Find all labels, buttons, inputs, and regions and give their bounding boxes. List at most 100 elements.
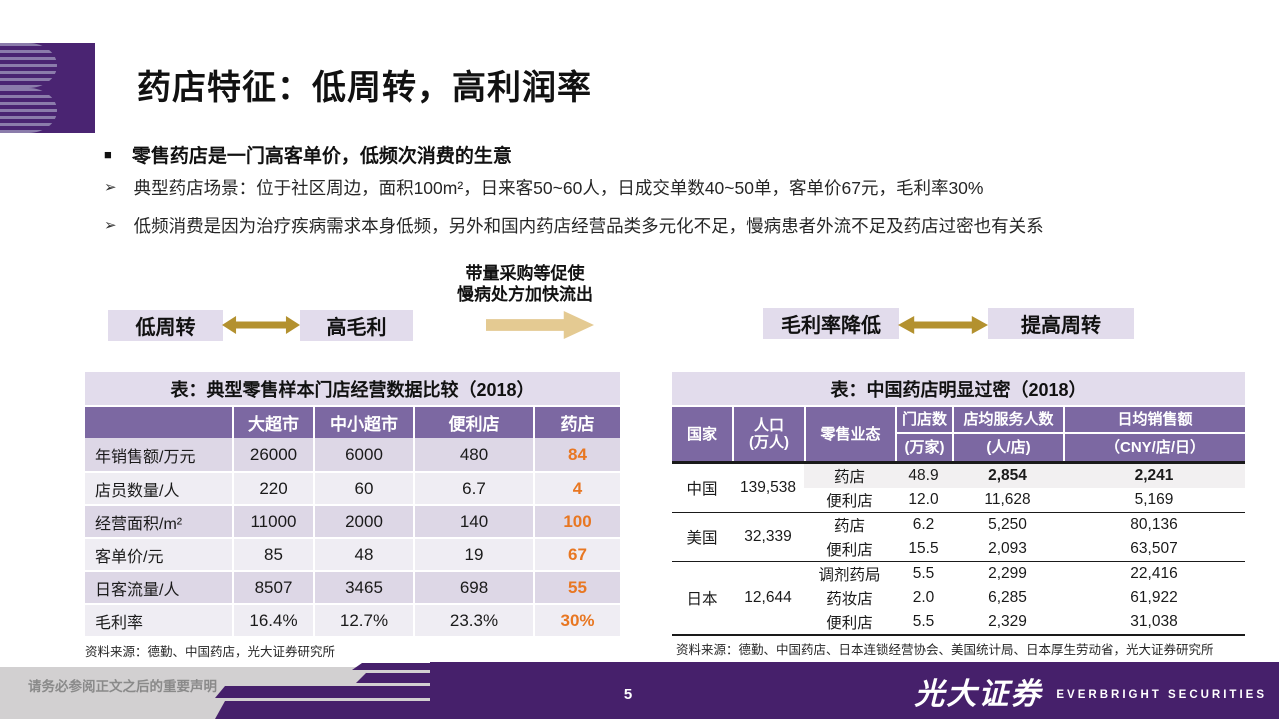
cell: 11,628 bbox=[952, 488, 1063, 513]
cell: 220 bbox=[232, 473, 313, 504]
cell: 8507 bbox=[232, 572, 313, 603]
cell: 61,922 bbox=[1063, 586, 1245, 610]
section-heading-text: 零售药店是一门高客单价，低频次消费的生意 bbox=[132, 141, 512, 168]
header-line: 门店数 bbox=[897, 407, 952, 434]
table-row: 经营面积/m² 11000 2000 140 100 bbox=[85, 504, 620, 537]
column-header: 门店数 (万家) bbox=[895, 407, 952, 461]
brand-logo-cn: 光大证券 bbox=[914, 680, 1042, 710]
cell: 22,416 bbox=[1063, 562, 1245, 587]
cell: 698 bbox=[413, 572, 533, 603]
header-line: (万人) bbox=[749, 434, 789, 451]
left-table: 大超市 中小超市 便利店 药店 年销售额/万元 26000 6000 480 8… bbox=[85, 407, 620, 636]
column-header: 药店 bbox=[533, 407, 620, 438]
cell: 2,299 bbox=[952, 562, 1063, 587]
row-label: 日客流量/人 bbox=[85, 572, 232, 603]
header-line: 人口 bbox=[754, 417, 784, 434]
cell: 12.0 bbox=[895, 488, 952, 513]
right-table-title: 表：中国药店明显过密（2018） bbox=[672, 372, 1245, 405]
table-row: 日本 12,644 调剂药局 5.5 2,299 22,416 bbox=[672, 562, 1245, 587]
cell: 48 bbox=[313, 539, 413, 570]
cell: 便利店 bbox=[804, 537, 895, 562]
cell: 12.7% bbox=[313, 605, 413, 636]
cell: 药店 bbox=[804, 513, 895, 538]
cell: 2,854 bbox=[952, 464, 1063, 488]
disclaimer-text: 请务必参阅正文之后的重要声明 bbox=[28, 675, 217, 695]
table-row: 客单价/元 85 48 19 67 bbox=[85, 537, 620, 570]
population-cell: 139,538 bbox=[732, 464, 804, 513]
cell: 85 bbox=[232, 539, 313, 570]
header-line: (万家) bbox=[897, 434, 952, 461]
cell: 31,038 bbox=[1063, 610, 1245, 635]
cell: 23.3% bbox=[413, 605, 533, 636]
cell: 67 bbox=[533, 539, 620, 570]
cell: 药店 bbox=[804, 464, 895, 488]
column-header: 便利店 bbox=[413, 407, 533, 438]
footer-stripe bbox=[215, 686, 434, 698]
cell: 80,136 bbox=[1063, 513, 1245, 538]
population-cell: 12,644 bbox=[732, 562, 804, 636]
cell: 11000 bbox=[232, 506, 313, 537]
right-table-header: 国家 人口 (万人) 零售业态 门店数 (万家) 店均服务人数 (人/店) 日均… bbox=[672, 407, 1245, 464]
header-line: （CNY/店/日） bbox=[1065, 434, 1245, 461]
column-header: 国家 bbox=[672, 407, 732, 461]
deco-lobe-icon bbox=[0, 43, 57, 88]
source-note: 资料来源：德勤、中国药店，光大证券研究所 bbox=[85, 641, 335, 660]
cell: 480 bbox=[413, 438, 533, 471]
column-header: 店均服务人数 (人/店) bbox=[952, 407, 1063, 461]
chevron-bullet-icon: ➢ bbox=[104, 177, 117, 199]
slide: 药店特征：低周转，高利润率 ■ 零售药店是一门高客单价，低频次消费的生意 ➢ 典… bbox=[0, 0, 1279, 719]
population-cell: 32,339 bbox=[732, 513, 804, 562]
cell: 15.5 bbox=[895, 537, 952, 562]
cell: 19 bbox=[413, 539, 533, 570]
cell: 60 bbox=[313, 473, 413, 504]
brand-logo: 光大证券 EVERBRIGHT SECURITIES bbox=[914, 680, 1267, 710]
table-row: 美国 32,339 药店 6.2 5,250 80,136 bbox=[672, 513, 1245, 538]
cell: 63,507 bbox=[1063, 537, 1245, 562]
cell: 5,169 bbox=[1063, 488, 1245, 513]
double-arrow-icon bbox=[222, 315, 300, 335]
cell: 2000 bbox=[313, 506, 413, 537]
chevron-bullet-icon: ➢ bbox=[104, 215, 117, 237]
right-arrow-icon bbox=[486, 311, 594, 339]
cell: 84 bbox=[533, 438, 620, 471]
square-bullet-icon: ■ bbox=[104, 148, 112, 161]
double-arrow-icon bbox=[898, 315, 988, 335]
cell: 6000 bbox=[313, 438, 413, 471]
deco-stripe-logo bbox=[0, 43, 95, 133]
left-table-header: 大超市 中小超市 便利店 药店 bbox=[85, 407, 620, 438]
right-table: 国家 人口 (万人) 零售业态 门店数 (万家) 店均服务人数 (人/店) 日均… bbox=[672, 407, 1245, 636]
cell: 48.9 bbox=[895, 464, 952, 488]
cell: 调剂药局 bbox=[804, 562, 895, 587]
flow-box-turnover-up: 提高周转 bbox=[988, 308, 1134, 339]
header-line: (人/店) bbox=[954, 434, 1063, 461]
row-label: 店员数量/人 bbox=[85, 473, 232, 504]
brand-logo-en: EVERBRIGHT SECURITIES bbox=[1056, 689, 1267, 701]
footer-stripe bbox=[356, 673, 434, 683]
country-cell: 中国 bbox=[672, 464, 732, 513]
cell: 6.2 bbox=[895, 513, 952, 538]
cell: 140 bbox=[413, 506, 533, 537]
header-line: 店均服务人数 bbox=[954, 407, 1063, 434]
left-table-title: 表：典型零售样本门店经营数据比较（2018） bbox=[85, 372, 620, 405]
country-cell: 日本 bbox=[672, 562, 732, 636]
page-title: 药店特征：低周转，高利润率 bbox=[137, 60, 592, 109]
table-row: 毛利率 16.4% 12.7% 23.3% 30% bbox=[85, 603, 620, 636]
table-row: 中国 139,538 药店 48.9 2,854 2,241 bbox=[672, 464, 1245, 488]
column-header bbox=[85, 407, 232, 438]
cell: 2.0 bbox=[895, 586, 952, 610]
cell: 30% bbox=[533, 605, 620, 636]
cell: 5.5 bbox=[895, 562, 952, 587]
column-header: 中小超市 bbox=[313, 407, 413, 438]
cell: 5.5 bbox=[895, 610, 952, 635]
flow-box-high-margin: 高毛利 bbox=[300, 310, 413, 341]
cell: 6,285 bbox=[952, 586, 1063, 610]
deco-lobe-icon bbox=[0, 88, 57, 133]
cell: 2,093 bbox=[952, 537, 1063, 562]
cell: 便利店 bbox=[804, 610, 895, 635]
cell: 26000 bbox=[232, 438, 313, 471]
row-label: 经营面积/m² bbox=[85, 506, 232, 537]
footer: 请务必参阅正文之后的重要声明 5 光大证券 EVERBRIGHT SECURIT… bbox=[0, 662, 1279, 719]
flow-note-line1: 带量采购等促使 bbox=[437, 263, 613, 284]
bullet-text: 低频消费是因为治疗疾病需求本身低频，另外和国内药店经营品类多元化不足，慢病患者外… bbox=[134, 215, 1044, 237]
column-header: 大超市 bbox=[232, 407, 313, 438]
